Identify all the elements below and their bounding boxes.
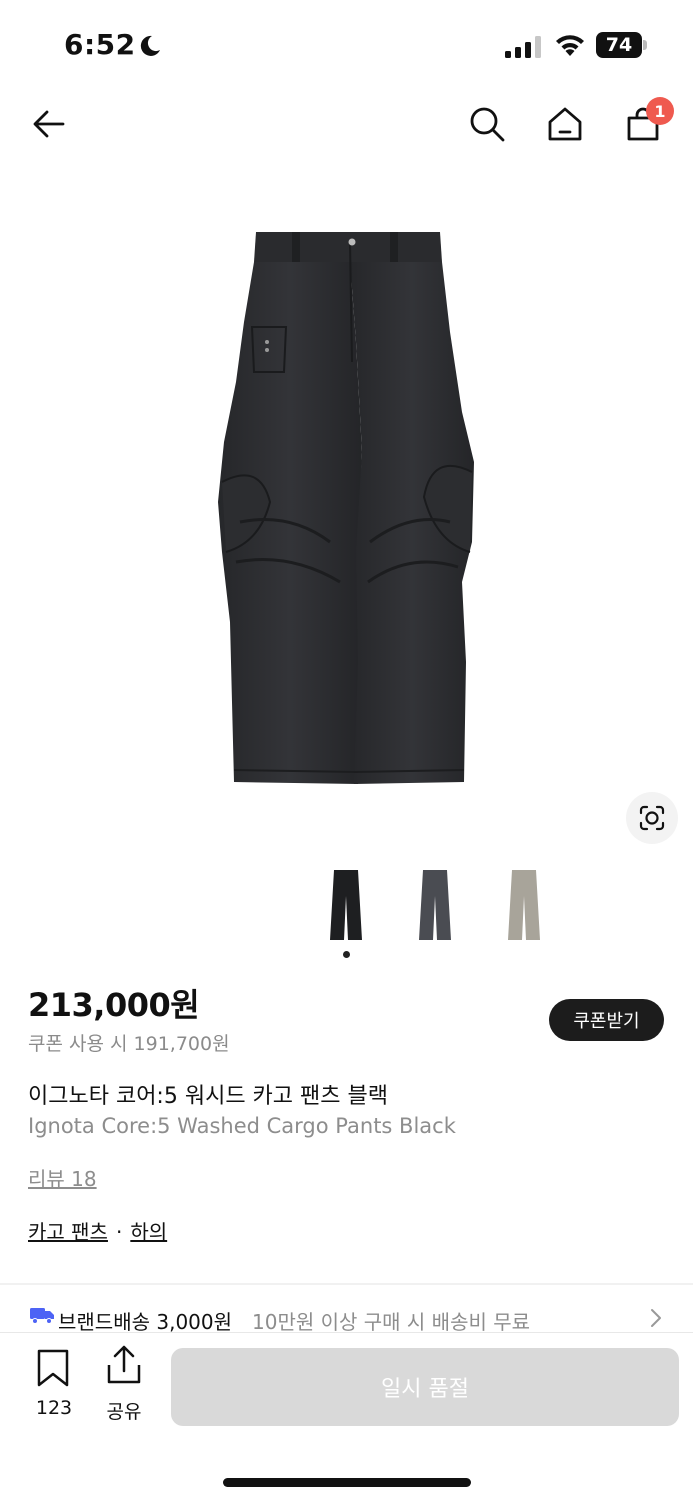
category-link-cargo-pants[interactable]: 카고 팬츠	[28, 1220, 108, 1244]
color-thumbnail-charcoal[interactable]	[415, 866, 455, 942]
cellular-signal-icon	[505, 36, 541, 58]
product-image[interactable]	[200, 222, 493, 792]
bookmark-icon	[37, 1349, 69, 1387]
top-nav	[0, 92, 693, 156]
search-icon	[470, 107, 505, 142]
battery-nub	[643, 40, 647, 50]
status-time: 6:52	[64, 28, 136, 61]
shipping-info-row[interactable]: 브랜드배송 3,000원 10만원 이상 구매 시 배송비 무료	[0, 1296, 693, 1336]
battery-level: 74	[596, 32, 642, 58]
review-link[interactable]: 리뷰 18	[28, 1163, 97, 1192]
battery-icon: 74	[596, 32, 648, 58]
carousel-indicator-dot	[343, 951, 350, 958]
chevron-right-icon	[651, 1309, 661, 1327]
category-breadcrumb: 카고 팬츠 · 하의	[28, 1216, 167, 1245]
bottom-action-bar: 123 공유 일시 품절	[0, 1332, 693, 1500]
home-indicator	[223, 1478, 471, 1487]
share-label: 공유	[106, 1401, 142, 1423]
status-bar: 6:52 74	[0, 0, 693, 92]
delivery-truck-icon	[30, 1308, 54, 1324]
product-name-korean: 이그노타 코어:5 워시드 카고 팬츠 블랙	[28, 1084, 388, 1109]
image-search-button[interactable]	[626, 792, 678, 844]
back-button[interactable]	[27, 102, 71, 146]
home-icon	[548, 107, 582, 141]
product-price: 213,000원	[28, 986, 200, 1024]
bookmark-button[interactable]: 123	[28, 1349, 80, 1425]
lens-scan-icon	[639, 805, 665, 831]
shipping-label: 브랜드배송 3,000원	[58, 1310, 233, 1334]
wifi-icon	[556, 35, 584, 56]
product-name-english: Ignota Core:5 Washed Cargo Pants Black	[28, 1114, 456, 1138]
share-icon	[107, 1345, 141, 1384]
home-button[interactable]	[543, 102, 587, 146]
section-divider	[0, 1283, 693, 1285]
cart-count-badge: 1	[646, 97, 674, 125]
category-separator: ·	[115, 1220, 123, 1244]
sold-out-button[interactable]: 일시 품절	[171, 1348, 679, 1426]
share-button[interactable]: 공유	[100, 1345, 148, 1425]
moon-icon	[140, 35, 160, 56]
back-arrow-icon	[33, 110, 65, 138]
bookmark-count: 123	[35, 1397, 73, 1419]
get-coupon-button[interactable]: 쿠폰받기	[549, 999, 664, 1041]
coupon-price: 쿠폰 사용 시 191,700원	[28, 1033, 230, 1055]
free-shipping-note: 10만원 이상 구매 시 배송비 무료	[252, 1310, 531, 1334]
color-thumbnail-black[interactable]	[326, 866, 366, 942]
search-button[interactable]	[465, 102, 509, 146]
category-link-bottoms[interactable]: 하의	[130, 1220, 167, 1244]
color-thumbnail-beige[interactable]	[504, 866, 544, 942]
